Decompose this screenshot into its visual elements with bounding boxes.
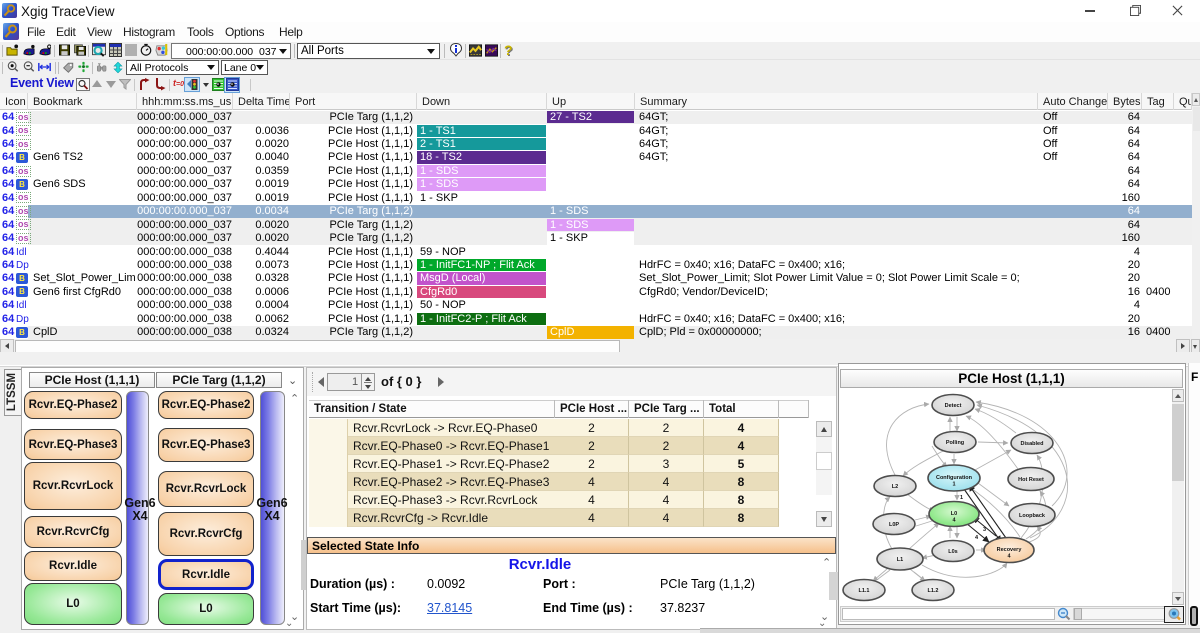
svg-text:4: 4 [975,535,979,541]
svg-text:L2: L2 [892,484,898,490]
svg-text:Hot Reset: Hot Reset [1018,477,1044,483]
svg-text:L1: L1 [897,557,903,563]
svg-text:Polling: Polling [946,440,964,446]
svg-text:Disabled: Disabled [1021,441,1044,447]
svg-text:L0: L0 [951,511,957,517]
svg-text:L1.2: L1.2 [927,588,938,594]
svg-text:Loopback: Loopback [1019,513,1046,519]
svg-text:Recovery: Recovery [997,547,1023,553]
svg-text:1: 1 [960,495,963,501]
svg-text:3: 3 [983,527,986,533]
svg-text:L0s: L0s [948,549,957,555]
svg-text:L1.1: L1.1 [858,588,869,594]
svg-text:1: 1 [952,482,955,488]
svg-text:Detect: Detect [945,403,962,409]
svg-text:Configuration: Configuration [936,475,973,481]
svg-text:L0P: L0P [889,522,899,528]
